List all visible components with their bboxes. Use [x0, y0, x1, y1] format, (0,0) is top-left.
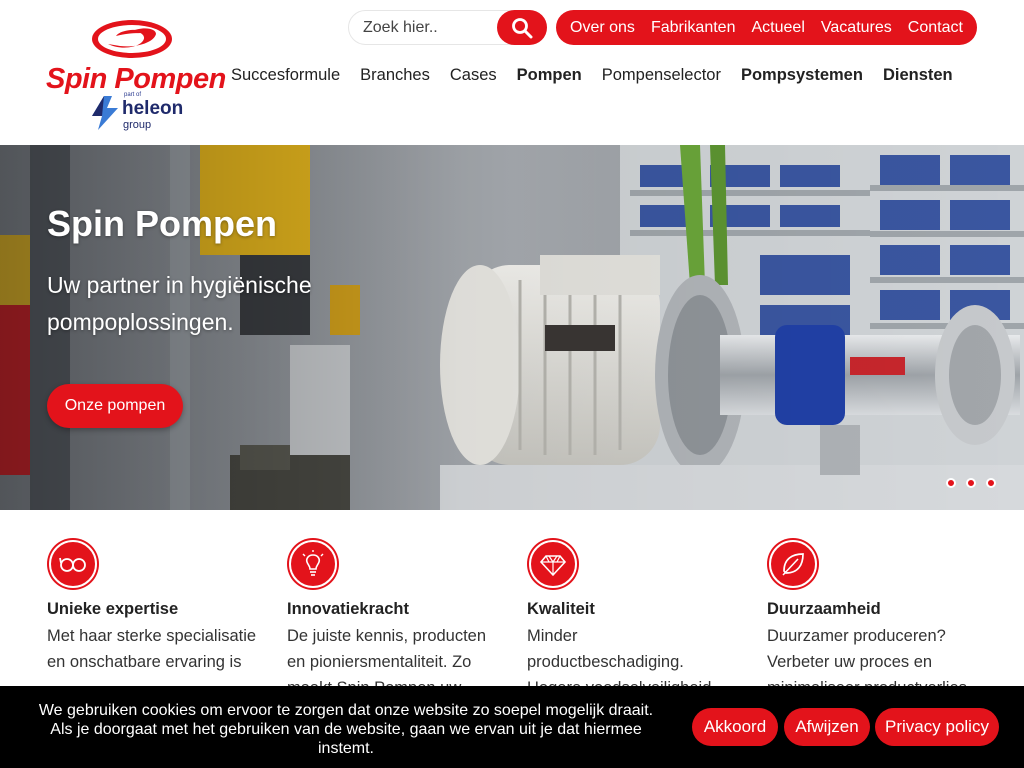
search-icon	[512, 17, 533, 38]
site-header: Spin Pompen part of heleon group Over on…	[0, 0, 1024, 145]
hero-slider: Spin Pompen Uw partner in hygiënische po…	[0, 145, 1024, 510]
slider-dot-3[interactable]	[986, 478, 996, 488]
features-section: Unieke expertise Met haar sterke special…	[0, 510, 1024, 697]
search-bar	[348, 10, 547, 45]
nav-branches[interactable]: Branches	[360, 66, 430, 85]
spin-swoosh-icon	[92, 20, 172, 58]
nav-pompsystemen[interactable]: Pompsystemen	[741, 66, 863, 85]
topnav-fabrikanten[interactable]: Fabrikanten	[651, 19, 736, 37]
hero-subtitle: Uw partner in hygiënische pompoplossinge…	[47, 272, 312, 335]
nav-diensten[interactable]: Diensten	[883, 66, 953, 85]
topnav-vacatures[interactable]: Vacatures	[821, 19, 892, 37]
feature-duurzaamheid: Duurzaamheid Duurzamer produceren? Verbe…	[767, 540, 977, 701]
topnav-over-ons[interactable]: Over ons	[570, 19, 635, 37]
feature-kwaliteit: Kwaliteit Minder productbeschadiging. Ho…	[527, 540, 737, 701]
heleon-wordmark: heleon	[122, 98, 184, 119]
heleon-bolt-icon	[92, 96, 118, 130]
cookie-banner: We gebruiken cookies om ervoor te zorgen…	[0, 686, 1024, 768]
slider-dot-1[interactable]	[946, 478, 956, 488]
feature-expertise: Unieke expertise Met haar sterke special…	[47, 540, 257, 675]
nav-pompen[interactable]: Pompen	[517, 66, 582, 85]
topnav-actueel[interactable]: Actueel	[752, 19, 805, 37]
feature-text: Met haar sterke specialisatie en onschat…	[47, 627, 257, 671]
glasses-icon	[49, 540, 97, 588]
cookie-accept-button[interactable]: Akkoord	[692, 708, 778, 746]
leaf-icon	[769, 540, 817, 588]
feature-title: Kwaliteit	[527, 600, 595, 618]
onze-pompen-button[interactable]: Onze pompen	[47, 384, 183, 428]
feature-title: Duurzaamheid	[767, 600, 881, 618]
spin-pompen-logo[interactable]: Spin Pompen part of heleon group	[46, 18, 226, 133]
hero-title: Spin Pompen	[47, 203, 278, 244]
feature-title: Unieke expertise	[47, 600, 179, 618]
topnav-contact[interactable]: Contact	[908, 19, 963, 37]
slider-dots	[946, 478, 996, 488]
heleon-group-text: group	[123, 119, 152, 131]
feature-title: Innovatiekracht	[287, 600, 409, 618]
search-button[interactable]	[497, 10, 547, 45]
cookie-message: We gebruiken cookies om ervoor te zorgen…	[38, 702, 654, 757]
slider-dot-2[interactable]	[966, 478, 976, 488]
diamond-icon	[529, 540, 577, 588]
nav-pompenselector[interactable]: Pompenselector	[602, 66, 721, 85]
top-navigation: Over ons Fabrikanten Actueel Vacatures C…	[556, 10, 977, 45]
feature-innovatie: Innovatiekracht De juiste kennis, produc…	[287, 540, 497, 701]
nav-cases[interactable]: Cases	[450, 66, 497, 85]
search-input[interactable]	[363, 17, 503, 39]
nav-succesformule[interactable]: Succesformule	[231, 66, 340, 85]
main-navigation: Succesformule Branches Cases Pompen Pomp…	[231, 66, 973, 85]
privacy-policy-button[interactable]: Privacy policy	[875, 708, 999, 746]
lightbulb-icon	[289, 540, 337, 588]
cookie-decline-button[interactable]: Afwijzen	[784, 708, 870, 746]
